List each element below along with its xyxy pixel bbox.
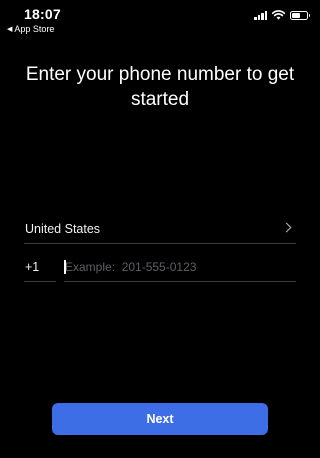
- page-title: Enter your phone number to get started: [25, 64, 295, 110]
- cellular-signal-icon: [254, 10, 267, 20]
- phone-number-field[interactable]: [64, 254, 296, 282]
- country-selector[interactable]: United States: [24, 216, 296, 244]
- battery-level-fill: [292, 12, 300, 18]
- battery-icon: [290, 10, 310, 20]
- status-bar: 18:07 ◀ App Store: [0, 0, 320, 36]
- phone-number-input[interactable]: [64, 257, 293, 277]
- next-button[interactable]: Next: [52, 403, 268, 435]
- status-icons: [254, 10, 310, 20]
- country-name: United States: [25, 222, 101, 236]
- status-time: 18:07: [24, 6, 61, 22]
- back-link-label: App Store: [14, 24, 55, 34]
- dial-code[interactable]: +1: [24, 254, 56, 282]
- back-to-app-store-link[interactable]: ◀ App Store: [7, 24, 54, 34]
- chevron-right-icon: [281, 222, 292, 233]
- wifi-icon: [272, 10, 285, 20]
- triangle-left-icon: ◀: [7, 25, 13, 33]
